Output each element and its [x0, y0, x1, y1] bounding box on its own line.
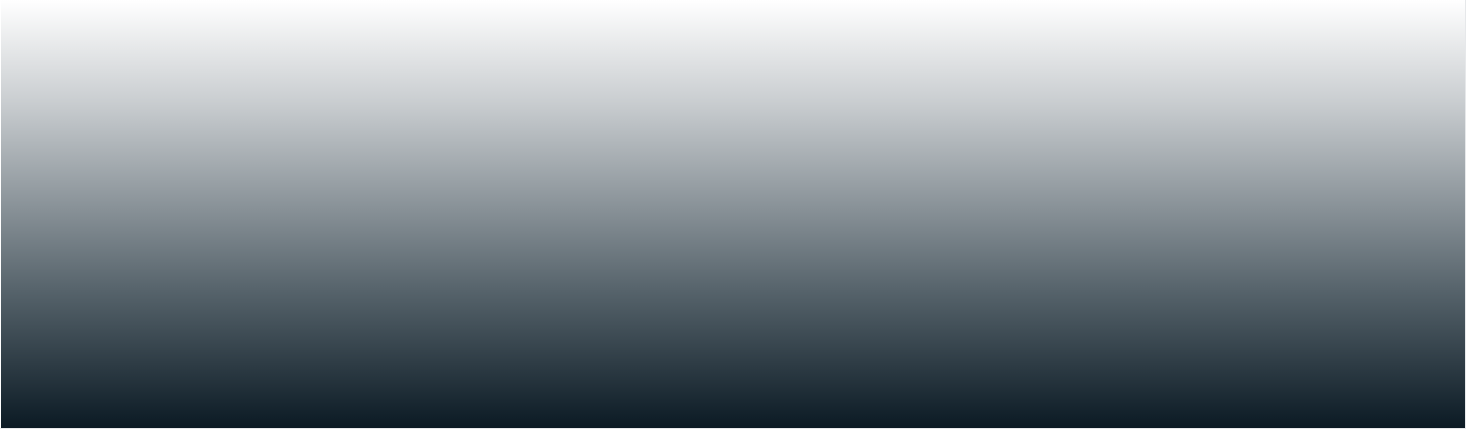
canvas-frame	[0, 0, 1466, 429]
gradient-background	[1, 0, 1465, 428]
